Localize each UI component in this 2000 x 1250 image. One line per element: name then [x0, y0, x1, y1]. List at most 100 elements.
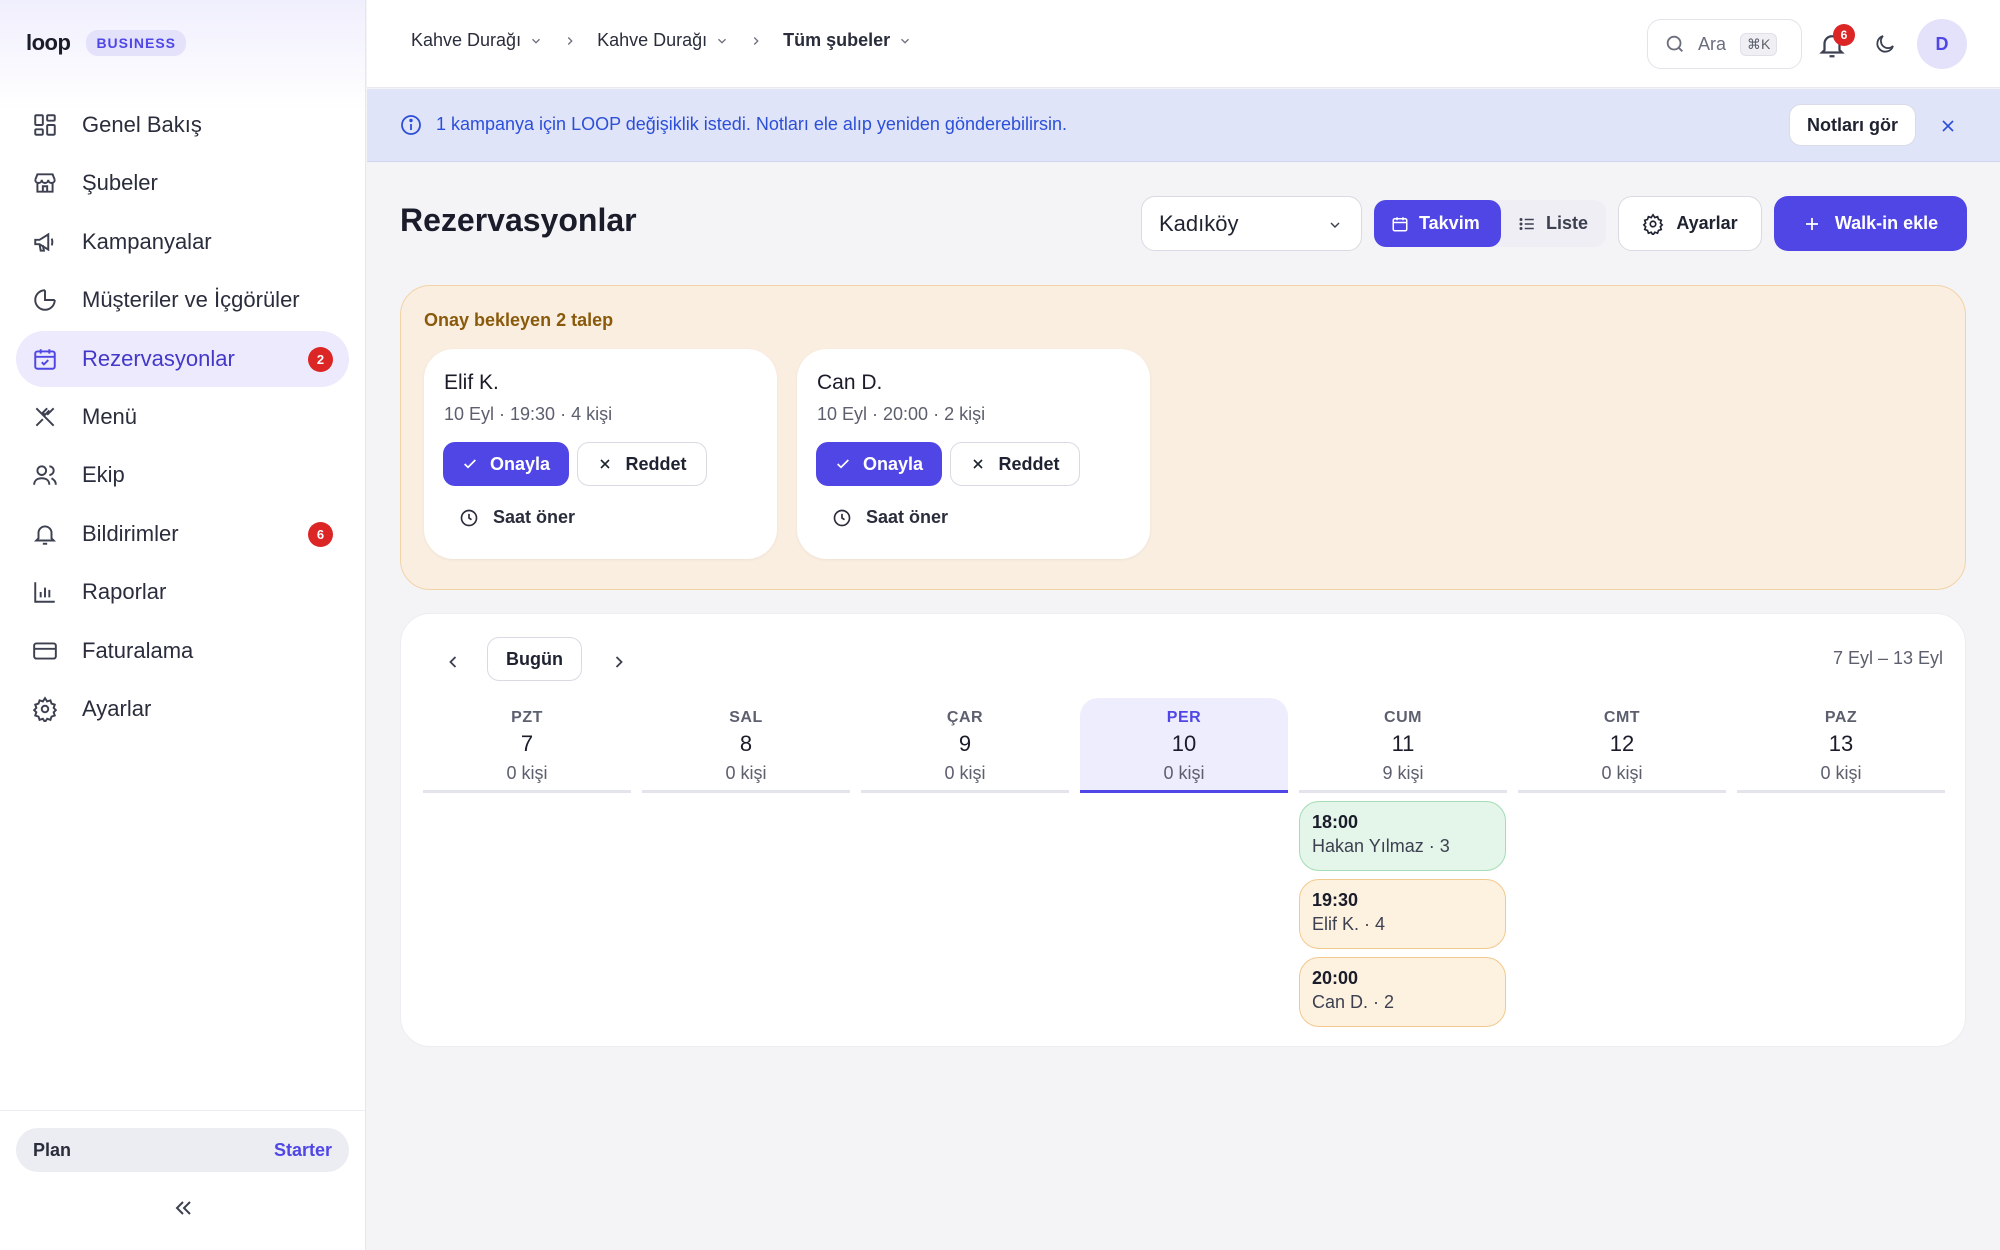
tab-label: Liste	[1546, 213, 1589, 233]
sidebar-item-ekip[interactable]: Ekip	[16, 447, 349, 503]
divider	[0, 1110, 365, 1111]
request-meta: 10 Eyl · 19:30 · 4 kişi	[444, 404, 613, 424]
event-time: 18:00	[1312, 812, 1359, 832]
sidebar-item-ayarlar[interactable]: Ayarlar	[16, 681, 349, 737]
day-column-header[interactable]: PAZ 13 0 kişi	[1737, 698, 1945, 793]
chevron-left-icon[interactable]	[443, 652, 463, 672]
reservation-event[interactable]: 19:30 Elif K. · 4	[1299, 879, 1506, 949]
view-notes-button[interactable]: Notları gör	[1789, 104, 1917, 146]
breadcrumb-label: Kahve Durağı	[597, 30, 708, 50]
chevron-down-icon	[532, 38, 541, 44]
reservations-count-badge: 2	[308, 346, 333, 372]
event-description: Elif K. · 4	[1312, 914, 1386, 934]
reject-button[interactable]: Reddet	[950, 442, 1080, 486]
suggest-time-label: Saat öner	[866, 507, 949, 527]
gear-icon	[1642, 212, 1664, 235]
settings-button[interactable]: Ayarlar	[1618, 196, 1762, 251]
close-icon	[973, 459, 984, 469]
approve-label: Onayla	[489, 453, 551, 474]
sidebar-item-raporlar[interactable]: Raporlar	[16, 564, 349, 620]
approve-label: Onayla	[862, 453, 924, 474]
tab-calendar-view[interactable]: Takvim	[1374, 200, 1501, 247]
day-name: PZT	[511, 709, 543, 726]
collapse-sidebar-icon[interactable]	[170, 1196, 196, 1220]
close-icon[interactable]	[1938, 116, 1958, 136]
clock-icon	[833, 509, 851, 526]
day-number: 9	[958, 731, 972, 756]
day-column-header[interactable]: CUM 11 9 kişi	[1299, 698, 1507, 793]
day-column-header[interactable]: PZT 7 0 kişi	[423, 698, 631, 793]
reject-button[interactable]: Reddet	[577, 442, 707, 486]
plus-icon	[1805, 217, 1818, 230]
day-guest-count: 0 kişi	[725, 763, 767, 783]
day-number: 10	[1171, 731, 1197, 756]
request-meta: 10 Eyl · 20:00 · 2 kişi	[817, 404, 986, 424]
sidebar-item-subeler[interactable]: Şubeler	[16, 155, 349, 211]
sidebar-item-genel-bakis[interactable]: Genel Bakış	[16, 97, 349, 153]
day-name: PAZ	[1824, 709, 1858, 726]
sidebar-item-faturalama[interactable]: Faturalama	[16, 623, 349, 679]
day-column-header-today[interactable]: PER 10 0 kişi	[1080, 698, 1288, 793]
sidebar-item-label: Menü	[82, 403, 138, 429]
sidebar-item-label: Faturalama	[82, 637, 194, 663]
business-badge: BUSINESS	[86, 30, 187, 56]
suggest-time-label: Saat öner	[493, 507, 576, 527]
breadcrumb-label: Tüm şubeler	[783, 30, 891, 50]
day-number: 7	[520, 731, 534, 756]
today-button[interactable]: Bugün	[487, 637, 582, 681]
breadcrumb-business[interactable]: Kahve Durağı	[597, 30, 729, 51]
day-column-header[interactable]: ÇAR 9 0 kişi	[861, 698, 1069, 793]
sidebar-item-musteriler[interactable]: Müşteriler ve İçgörüler	[16, 272, 349, 328]
sidebar-item-kampanyalar[interactable]: Kampanyalar	[16, 214, 349, 270]
sidebar-item-rezervasyonlar[interactable]: Rezervasyonlar 2	[16, 330, 349, 387]
breadcrumb-brand[interactable]: Kahve Durağı	[411, 30, 543, 51]
notification-badge: 6	[1833, 24, 1855, 46]
gear-icon	[32, 696, 58, 722]
plan-value: Starter	[273, 1139, 332, 1160]
sidebar-item-bildirimler[interactable]: Bildirimler 6	[16, 506, 349, 562]
view-toggle: Takvim Liste	[1374, 200, 1606, 247]
users-icon	[33, 465, 57, 486]
sidebar-item-menu[interactable]: Menü	[16, 389, 349, 445]
suggest-time-button[interactable]: Saat öner	[459, 507, 575, 528]
day-name: CMT	[1603, 709, 1641, 726]
plan-indicator[interactable]: Plan Starter	[16, 1128, 349, 1172]
sidebar-item-label: Raporlar	[82, 579, 167, 605]
branch-select[interactable]: Kadıköy	[1141, 196, 1362, 251]
list-icon	[1519, 217, 1534, 230]
banner-text: 1 kampanya için LOOP değişiklik istedi. …	[436, 114, 1068, 134]
tab-label: Takvim	[1419, 213, 1480, 233]
sidebar-item-label: Kampanyalar	[82, 228, 212, 254]
reject-label: Reddet	[625, 453, 687, 474]
approve-button[interactable]: Onayla	[443, 442, 569, 486]
chevron-right-icon[interactable]	[609, 652, 629, 672]
megaphone-icon	[34, 232, 54, 252]
calendar-check-icon	[34, 348, 56, 370]
pending-requests-panel: Onay bekleyen 2 talep Elif K. 10 Eyl · 1…	[400, 285, 1966, 590]
approve-button[interactable]: Onayla	[816, 442, 942, 486]
sidebar-item-label: Ekip	[82, 462, 125, 488]
reservation-event[interactable]: 18:00 Hakan Yılmaz · 3	[1299, 801, 1506, 871]
search-placeholder: Ara	[1698, 33, 1727, 54]
sidebar-item-label: Ayarlar	[82, 695, 152, 721]
moon-icon[interactable]	[1873, 32, 1897, 56]
suggest-time-button[interactable]: Saat öner	[832, 507, 948, 528]
day-name: SAL	[729, 709, 763, 726]
tab-list-view[interactable]: Liste	[1501, 200, 1605, 247]
calendar-icon	[1392, 216, 1408, 231]
sidebar-nav: Genel Bakış Şubeler Kampanyalar Müşteril…	[16, 97, 349, 739]
chevron-right-icon	[753, 36, 759, 45]
bell-icon	[33, 525, 57, 545]
event-time: 20:00	[1312, 968, 1359, 988]
request-name: Can D.	[817, 371, 883, 394]
day-column-header[interactable]: CMT 12 0 kişi	[1518, 698, 1726, 793]
chevron-down-icon	[718, 38, 727, 44]
avatar[interactable]: D	[1917, 19, 1967, 69]
breadcrumb-branches[interactable]: Tüm şubeler	[783, 30, 912, 51]
brand[interactable]: loop BUSINESS	[26, 30, 187, 56]
day-column-header[interactable]: SAL 8 0 kişi	[642, 698, 850, 793]
search-button[interactable]: Ara ⌘K	[1647, 19, 1802, 69]
add-walkin-button[interactable]: Walk-in ekle	[1774, 196, 1967, 251]
reservation-event[interactable]: 20:00 Can D. · 2	[1299, 957, 1506, 1027]
sidebar-item-label: Müşteriler ve İçgörüler	[82, 287, 300, 313]
